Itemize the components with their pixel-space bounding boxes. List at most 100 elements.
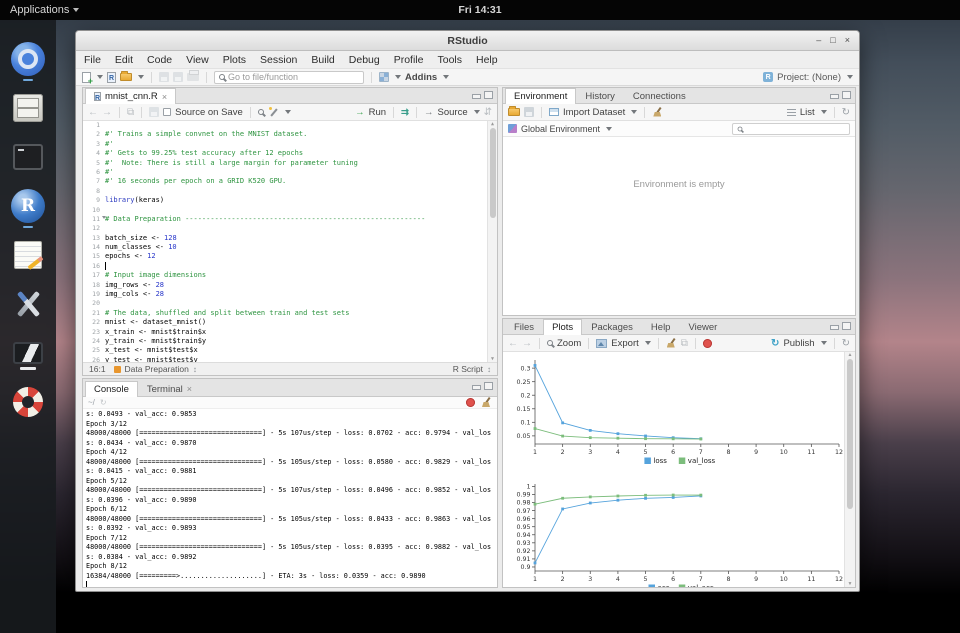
popout-icon[interactable]: ⧉ [127,107,134,118]
tab-console[interactable]: Console [85,381,138,397]
goto-file-box[interactable] [214,71,364,84]
code-tools-icon[interactable] [268,107,279,118]
rerun-icon[interactable]: ⇉ [401,107,409,118]
code-line[interactable]: 14num_classes <- 10 [83,243,497,252]
menu-item-file[interactable]: File [84,54,101,66]
code-line[interactable]: 2#' Trains a simple convnet on the MNIST… [83,130,497,139]
code-editor[interactable]: 12#' Trains a simple convnet on the MNIS… [83,121,497,362]
publish-dim-icon[interactable]: ⇵ [484,107,492,118]
minimize-button[interactable]: – [816,36,821,45]
refresh-icon[interactable]: ↻ [842,107,850,118]
close-button[interactable]: × [845,36,850,45]
refresh-plots-icon[interactable]: ↻ [842,338,850,349]
menu-item-code[interactable]: Code [147,54,172,66]
code-line[interactable]: 18img_rows <- 28 [83,281,497,290]
previous-plot-icon[interactable]: ← [508,338,518,349]
tab-plots[interactable]: Plots [543,319,582,335]
run-button[interactable]: Run [369,107,386,118]
back-icon[interactable]: ← [88,107,98,118]
remove-plot-icon[interactable] [666,338,677,349]
code-line[interactable]: 11# Data Preparation -------------------… [83,215,497,224]
scroll-up-icon[interactable]: ▲ [848,352,853,358]
code-line[interactable]: 23x_train <- mnist$train$x [83,328,497,337]
export-button[interactable]: Export [611,338,638,349]
tab-packages[interactable]: Packages [582,319,642,334]
new-file-caret-icon[interactable] [97,75,103,79]
code-line[interactable]: 17# Input image dimensions [83,271,497,280]
menu-item-help[interactable]: Help [476,54,498,66]
save-source-button[interactable] [149,107,159,117]
section-selector[interactable]: Data Preparation ↕ [114,364,197,374]
close-tab-icon[interactable]: × [187,384,192,394]
menu-item-debug[interactable]: Debug [349,54,380,66]
clear-console-icon[interactable] [481,397,492,408]
project-menu[interactable]: R Project: (None) [763,72,853,83]
print-button[interactable] [187,73,199,81]
forward-icon[interactable]: → [102,107,112,118]
stop-icon[interactable] [466,398,475,407]
code-line[interactable]: 12 [83,224,497,233]
minimize-pane-icon[interactable] [830,325,839,330]
panes-caret-icon[interactable] [395,75,401,79]
code-line[interactable]: 10 [83,206,497,215]
open-file-button[interactable] [120,73,132,81]
code-line[interactable]: 6#' [83,168,497,177]
code-line[interactable]: 19img_cols <- 28 [83,290,497,299]
code-line[interactable]: 1 [83,121,497,130]
next-plot-icon[interactable]: → [522,338,532,349]
code-line[interactable]: 24y_train <- mnist$train$y [83,337,497,346]
import-dataset-button[interactable]: Import Dataset [563,107,625,118]
clock[interactable]: Fri 14:31 [0,4,960,16]
maximize-pane-icon[interactable] [484,382,493,390]
code-line[interactable]: 21# The data, shuffled and split between… [83,309,497,318]
clear-all-plots-icon[interactable] [703,339,712,348]
dock-item-display[interactable] [0,328,56,377]
window-titlebar[interactable]: RStudio – □ × [76,31,859,51]
goto-file-input[interactable] [228,72,348,82]
menu-item-tools[interactable]: Tools [437,54,462,66]
source-on-save-checkbox[interactable] [163,108,171,116]
find-icon[interactable] [258,109,264,115]
list-view-button[interactable]: List [800,107,815,118]
addins-caret-icon[interactable] [443,75,449,79]
console-path[interactable]: ~/ [88,398,95,407]
scroll-up-icon[interactable]: ▲ [491,121,494,127]
new-project-button[interactable] [107,72,116,83]
scrollbar-thumb[interactable] [847,359,853,509]
source-caret-icon[interactable] [474,110,480,114]
tab-history[interactable]: History [576,88,624,103]
addins-button[interactable]: Addins [405,72,437,83]
plots-scrollbar[interactable]: ▲▼ [844,352,855,587]
open-recent-caret-icon[interactable] [138,75,144,79]
code-line[interactable]: 5#' Note: There is still a large margin … [83,159,497,168]
maximize-button[interactable]: □ [830,36,835,45]
environment-search-box[interactable] [732,123,850,135]
environment-search-input[interactable] [746,124,836,133]
tab-files[interactable]: Files [505,319,543,334]
dock-item-help[interactable] [0,377,56,426]
code-line[interactable]: 8 [83,187,497,196]
zoom-button[interactable]: Zoom [557,338,581,349]
tab-viewer[interactable]: Viewer [679,319,726,334]
code-line[interactable]: 15epochs <- 12 [83,252,497,261]
minimize-pane-icon[interactable] [472,385,481,390]
console-output[interactable]: s: 0.0493 - val_acc: 0.9853Epoch 3/12480… [83,409,497,587]
editor-scrollbar[interactable]: ▲▼ [487,121,497,362]
code-line[interactable]: 22mnist <- dataset_mnist() [83,318,497,327]
scroll-down-icon[interactable]: ▼ [848,581,853,587]
dock-item-text-editor[interactable] [0,230,56,279]
tab-terminal[interactable]: Terminal× [138,381,201,396]
code-line[interactable]: 20 [83,299,497,308]
code-line[interactable]: 7#' 16 seconds per epoch on a GRID K520 … [83,177,497,186]
tab-connections[interactable]: Connections [624,88,695,103]
maximize-pane-icon[interactable] [842,322,851,330]
dock-item-rstudio[interactable] [0,181,56,230]
scope-caret-icon[interactable] [606,127,612,131]
maximize-pane-icon[interactable] [484,91,493,99]
close-tab-icon[interactable]: × [162,92,167,102]
list-caret-icon[interactable] [821,110,827,114]
code-line[interactable]: 13batch_size <- 128 [83,234,497,243]
save-workspace-icon[interactable] [524,107,534,117]
publish-button[interactable]: Publish [783,338,814,349]
clear-environment-icon[interactable] [652,107,663,118]
